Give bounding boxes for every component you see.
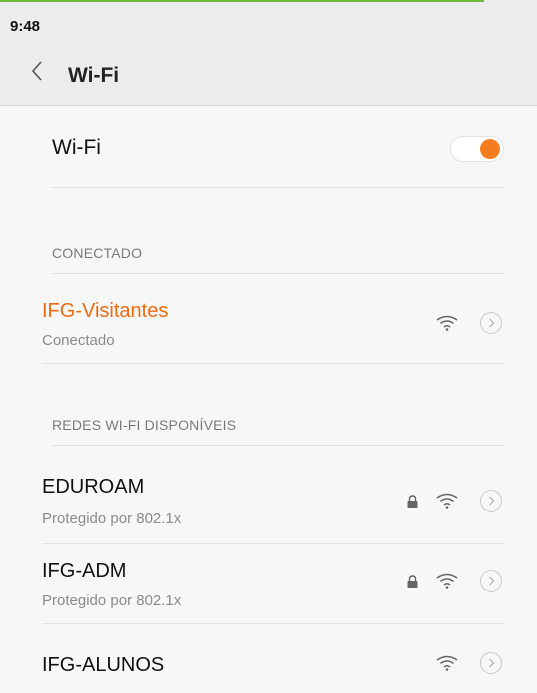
network-name: IFG-ADM (42, 560, 127, 582)
wifi-toggle-switch[interactable] (450, 136, 504, 162)
back-button[interactable] (30, 60, 54, 88)
network-row[interactable]: IFG-ALUNOS (42, 624, 504, 693)
chevron-right-icon (488, 658, 494, 668)
wifi-icon (436, 655, 458, 671)
lock-icon (407, 494, 418, 508)
wifi-icon (436, 493, 458, 509)
network-status: Conectado (42, 332, 115, 349)
toggle-knob (480, 139, 500, 159)
section-header-available: REDES WI-FI DISPONÍVEIS (52, 408, 504, 446)
chevron-right-icon (488, 496, 494, 506)
wifi-toggle-label: Wi-Fi (52, 136, 101, 159)
progress-line (0, 0, 484, 2)
lock-icon (407, 574, 418, 588)
network-details-button[interactable] (480, 490, 502, 512)
page-title: Wi-Fi (68, 64, 120, 87)
wifi-icon (436, 315, 458, 331)
network-status: Protegido por 802.1x (42, 510, 182, 527)
app-bar: Wi-Fi (0, 44, 537, 106)
chevron-right-icon (488, 318, 494, 328)
network-details-button[interactable] (480, 652, 502, 674)
section-header-label: CONECTADO (52, 245, 143, 261)
network-row-connected[interactable]: IFG-Visitantes Conectado (42, 282, 504, 364)
network-details-button[interactable] (480, 570, 502, 592)
network-name: EDUROAM (42, 476, 145, 498)
network-name: IFG-Visitantes (42, 300, 169, 322)
network-name: IFG-ALUNOS (42, 654, 165, 676)
chevron-right-icon (488, 576, 494, 586)
status-time: 9:48 (10, 18, 41, 35)
status-bar: 9:48 (0, 0, 537, 44)
network-row[interactable]: EDUROAM Protegido por 802.1x (42, 462, 504, 544)
network-details-button[interactable] (480, 312, 502, 334)
section-header-label: REDES WI-FI DISPONÍVEIS (52, 417, 237, 433)
network-row[interactable]: IFG-ADM Protegido por 802.1x (42, 544, 504, 624)
wifi-icon (436, 573, 458, 589)
network-status: Protegido por 802.1x (42, 592, 182, 609)
chevron-left-icon (30, 61, 44, 86)
wifi-toggle-row: Wi-Fi (52, 106, 504, 188)
section-header-connected: CONECTADO (52, 236, 504, 274)
